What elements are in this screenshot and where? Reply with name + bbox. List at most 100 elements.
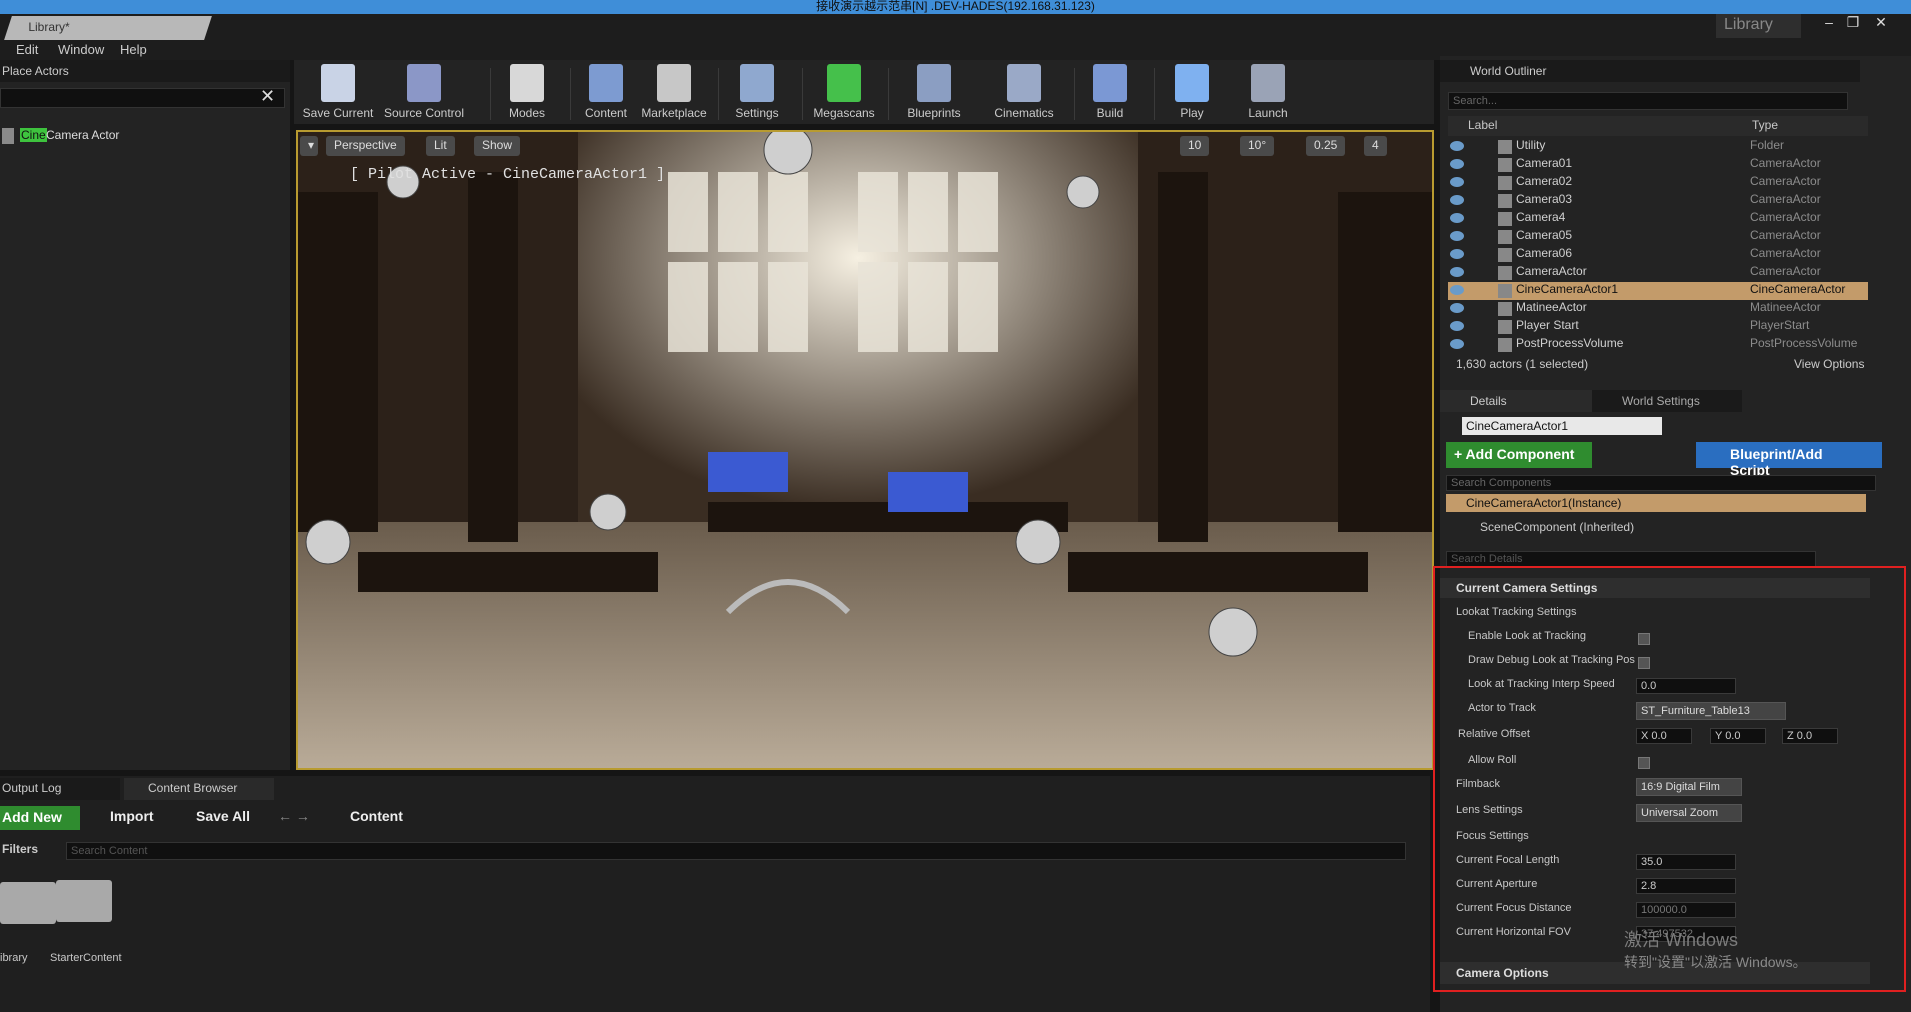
menu-window[interactable]: Window [58,42,104,57]
save-icon [321,64,355,102]
visibility-eye-icon[interactable] [1450,195,1464,205]
outliner-search[interactable]: Search... [1448,92,1848,110]
visibility-eye-icon[interactable] [1450,267,1464,277]
show-button[interactable]: Show [474,136,521,156]
visibility-eye-icon[interactable] [1450,159,1464,169]
content-button[interactable]: Content [576,64,636,120]
outliner-row[interactable]: Utility Folder [1448,138,1868,156]
play-icon [1175,64,1209,102]
outliner-row[interactable]: Camera03 CameraActor [1448,192,1868,210]
outliner-row[interactable]: Camera02 CameraActor [1448,174,1868,192]
save-current-button[interactable]: Save Current [298,64,378,120]
col-label[interactable]: Label [1468,118,1497,132]
place-actors-search[interactable] [0,88,285,108]
output-log-tab[interactable]: Output Log [0,778,120,800]
outliner-row[interactable]: Camera05 CameraActor [1448,228,1868,246]
blueprints-button[interactable]: Blueprints [894,64,974,120]
tab-library[interactable]: Library* [4,16,212,40]
actor-count: 1,630 actors (1 selected) [1456,357,1589,371]
row-label: Camera06 [1516,246,1573,260]
rotation-snap[interactable]: 10° [1240,136,1275,156]
view-options-button[interactable]: View Options [1794,357,1864,371]
outliner-row[interactable]: Camera01 CameraActor [1448,156,1868,174]
visibility-eye-icon[interactable] [1450,141,1464,151]
outliner-row[interactable]: Player Start PlayerStart [1448,318,1868,336]
actor-icon [1498,284,1512,298]
source-control-icon [407,64,441,102]
lit-button[interactable]: Lit [426,136,455,156]
scene-component[interactable]: SceneComponent (Inherited) [1480,520,1634,534]
scale-snap[interactable]: 0.25 [1306,136,1346,156]
actor-icon [1498,140,1512,154]
content-browser-tab[interactable]: Content Browser [124,778,274,800]
actor-icon [1498,212,1512,226]
folder-icon[interactable] [56,880,112,922]
megascans-button[interactable]: Megascans [806,64,882,120]
camera-speed[interactable]: 4 [1364,136,1387,156]
level-viewport[interactable] [296,130,1434,770]
visibility-eye-icon[interactable] [1450,303,1464,313]
marketplace-button[interactable]: Marketplace [638,64,710,120]
outliner-row[interactable]: CineCameraActor1 CineCameraActor [1448,282,1868,300]
folder-label: ibrary [0,952,28,964]
source-control-button[interactable]: Source Control [378,64,470,120]
add-new-button[interactable]: Add New [0,806,80,830]
details-tab[interactable]: Details [1440,390,1600,412]
visibility-eye-icon[interactable] [1450,285,1464,295]
outliner-row[interactable]: Camera4 CameraActor [1448,210,1868,228]
modes-icon [510,64,544,102]
world-outliner-tab[interactable]: World Outliner [1440,60,1860,82]
modes-button[interactable]: Modes [494,64,560,120]
build-button[interactable]: Build [1080,64,1140,120]
camera-icon [2,128,14,144]
outliner-row[interactable]: MatineeActor MatineeActor [1448,300,1868,318]
viewport-toolbar: ▾ Perspective Lit Show 10 10° 0.25 4 [296,130,1434,160]
place-actors-tab[interactable]: Place Actors [0,60,290,82]
close-button[interactable]: ✕ [1869,14,1893,36]
minimize-button[interactable]: – [1817,14,1841,36]
outliner-row[interactable]: CameraActor CameraActor [1448,264,1868,282]
component-instance[interactable]: CineCameraActor1(Instance) [1446,494,1866,512]
blueprint-add-script-button[interactable]: Blueprint/Add Script [1696,442,1882,478]
col-type[interactable]: Type [1752,118,1778,132]
save-all-button[interactable]: Save All [196,808,250,824]
outliner-row[interactable]: Camera06 CameraActor [1448,246,1868,264]
grid-snap[interactable]: 10 [1180,136,1210,156]
title-bar: 接收演示越示范串[N] .DEV-HADES(192.168.31.123) [0,0,1911,14]
visibility-eye-icon[interactable] [1450,231,1464,241]
folder-icon[interactable] [0,882,56,924]
add-component-button[interactable]: + Add Component [1446,442,1592,468]
visibility-eye-icon[interactable] [1450,177,1464,187]
launch-button[interactable]: Launch [1238,64,1298,120]
search-content-input[interactable]: Search Content [66,842,1406,860]
import-button[interactable]: Import [110,808,154,824]
visibility-eye-icon[interactable] [1450,249,1464,259]
outliner-row[interactable]: PostProcessVolume PostProcessVolume [1448,336,1868,354]
menu-help[interactable]: Help [120,42,147,57]
search-components-input[interactable]: Search Components [1446,475,1876,491]
play-button[interactable]: Play [1162,64,1222,120]
restore-button[interactable]: ❐ [1841,14,1865,36]
actor-name-field[interactable]: CineCameraActor1 [1462,417,1662,435]
cine-camera-actor-item[interactable]: Cine Camera Actor [0,126,290,146]
folder-label: StarterContent [50,952,122,964]
menu-edit[interactable]: Edit [16,42,38,57]
cinematics-button[interactable]: Cinematics [984,64,1064,120]
world-settings-tab[interactable]: World Settings [1592,390,1742,412]
settings-icon [740,64,774,102]
content-breadcrumb[interactable]: Content [350,808,403,824]
settings-button[interactable]: Settings [724,64,790,120]
library-label: Library [1716,14,1801,38]
visibility-eye-icon[interactable] [1450,321,1464,331]
visibility-eye-icon[interactable] [1450,213,1464,223]
actor-icon [1498,194,1512,208]
visibility-eye-icon[interactable] [1450,339,1464,349]
clear-icon[interactable]: ✕ [260,86,275,107]
row-type: MatineeActor [1750,300,1821,314]
search-details-input[interactable]: Search Details [1446,551,1816,567]
viewport-options-button[interactable]: ▾ [300,136,318,156]
perspective-button[interactable]: Perspective [326,136,405,156]
filters-button[interactable]: Filters [2,842,38,856]
row-label: Camera02 [1516,174,1573,188]
back-forward-icon[interactable]: ← → [278,808,310,824]
